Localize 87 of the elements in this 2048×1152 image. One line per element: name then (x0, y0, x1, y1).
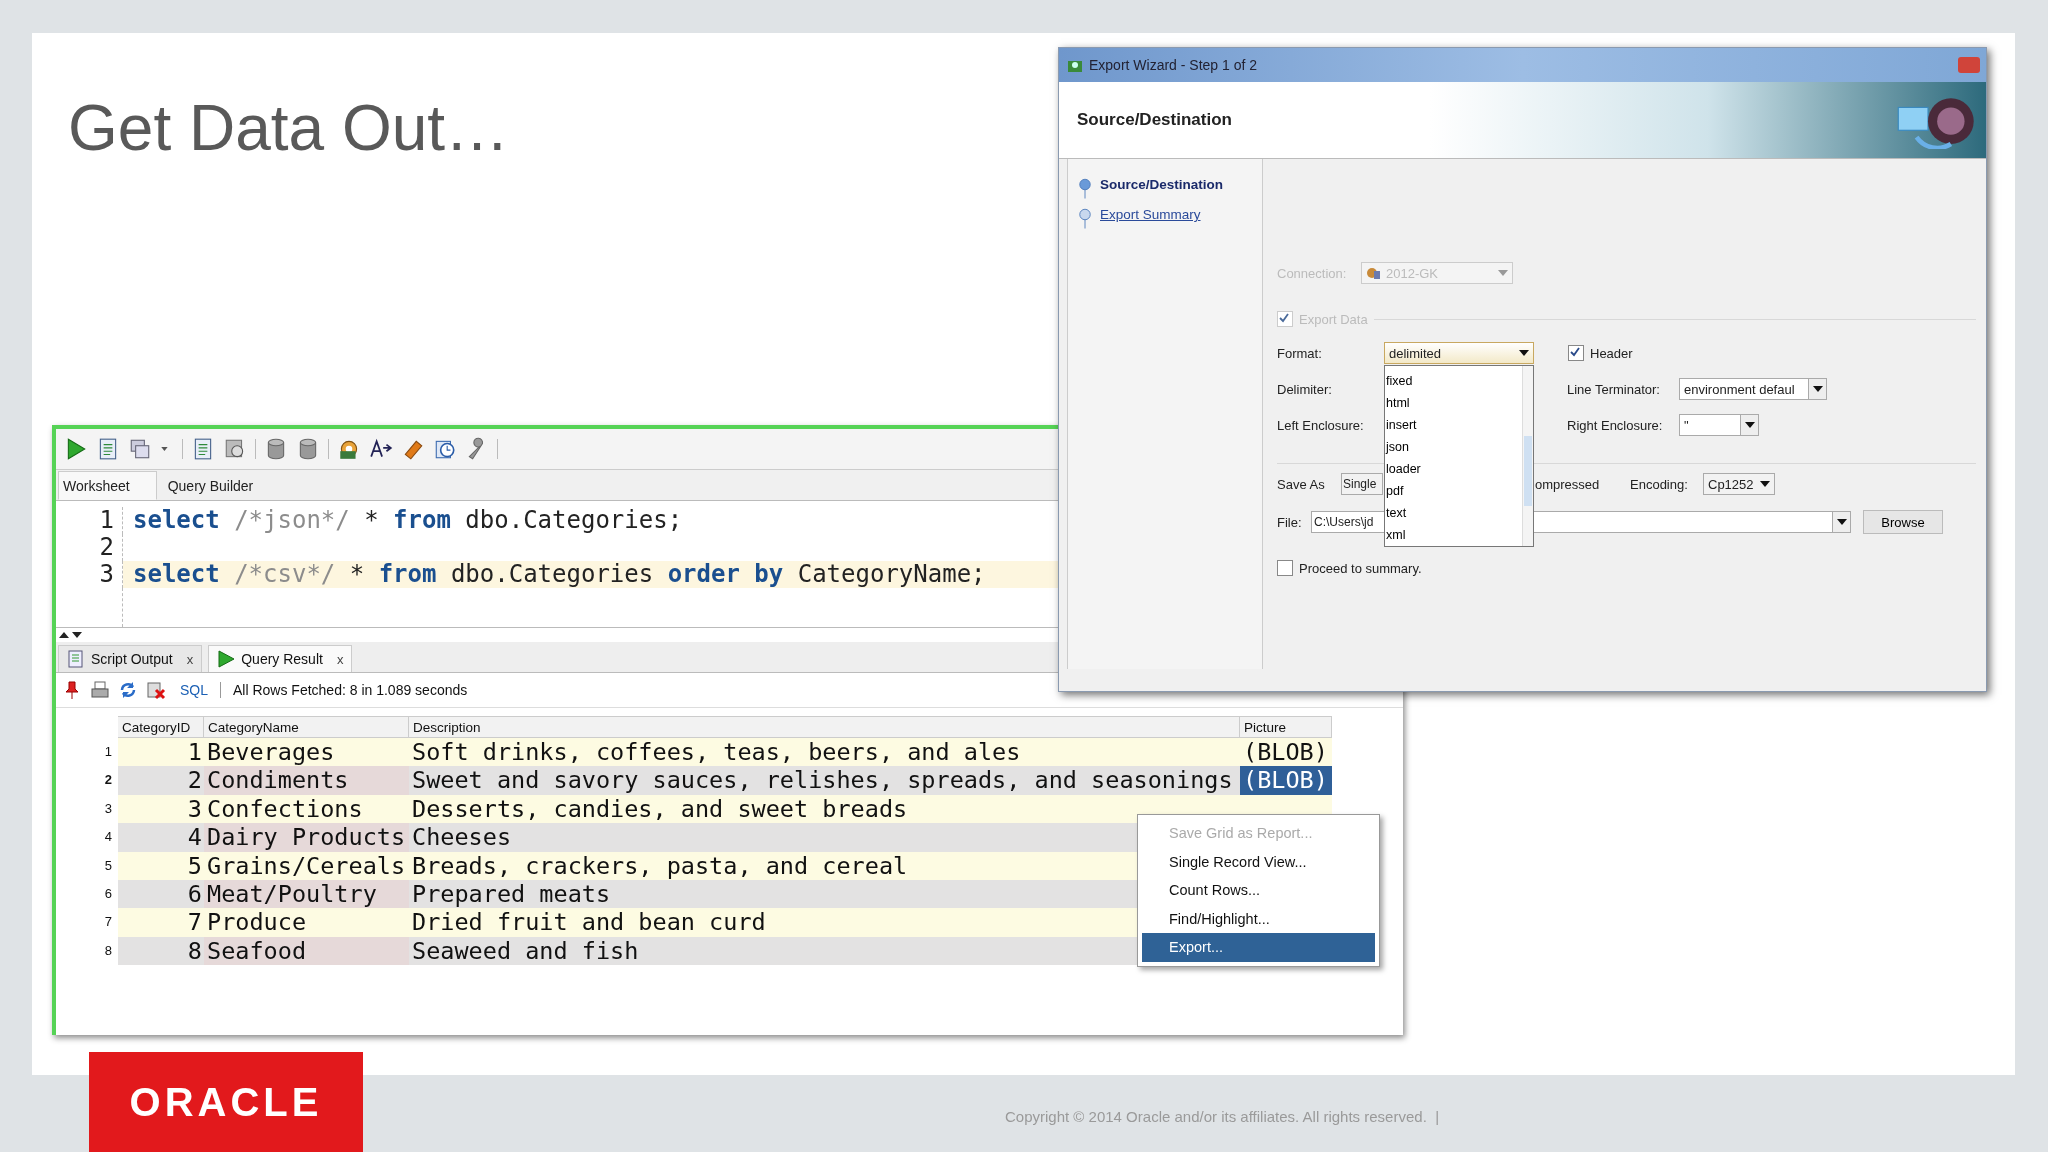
row-number: 7 (103, 913, 113, 932)
table-cell: Condiments (204, 766, 409, 795)
line-terminator-dropdown[interactable]: environment defaul (1679, 378, 1809, 400)
encoding-dropdown[interactable]: Cp1252 (1703, 473, 1775, 495)
line-number: 2 (56, 534, 123, 561)
close-button[interactable]: x (328, 651, 344, 667)
field-label: Delimiter: (1277, 381, 1333, 397)
stack-icon[interactable] (128, 437, 152, 461)
table-cell: Grains/Cereals (204, 851, 409, 880)
worksheet-tab[interactable]: Worksheet (58, 471, 157, 500)
checkbox-label: Header (1590, 345, 1633, 361)
menu-item[interactable]: Export... (1142, 933, 1375, 962)
table-cell: 6 (118, 879, 204, 909)
code-line: select /*csv*/ * from dbo.Categories order by CategoryName; (133, 560, 986, 588)
document-icon (67, 650, 85, 668)
dropdown-button[interactable] (1809, 378, 1827, 400)
format-dropdown[interactable]: delimited (1384, 342, 1534, 364)
field-label: Format: (1277, 345, 1323, 361)
field-label: File: (1277, 514, 1303, 530)
table-cell: (BLOB) (1240, 766, 1332, 795)
wizard-heading: Source/Destination (1077, 110, 1232, 130)
tab-label: Script Output (91, 651, 173, 667)
refresh-icon[interactable] (118, 680, 138, 700)
output-tab[interactable]: Script Output x (58, 645, 203, 672)
row-number: 4 (103, 828, 113, 847)
checkbox-label: Proceed to summary. (1299, 560, 1422, 576)
field-label: Save As (1277, 476, 1326, 492)
field-label: Left Enclosure: (1277, 417, 1365, 433)
table-cell: 3 (118, 794, 204, 824)
browse-button[interactable]: Browse (1863, 510, 1943, 534)
right-enclosure-field[interactable]: " (1679, 414, 1741, 436)
table-cell: 8 (118, 936, 204, 966)
table-cell: Confections (204, 794, 409, 824)
field-label: Line Terminator: (1567, 381, 1661, 397)
tab-label: Query Result (241, 651, 323, 667)
delete-icon[interactable] (146, 680, 166, 700)
scrollbar[interactable] (1522, 366, 1533, 546)
row-number: 1 (103, 743, 113, 761)
window-title: Export Wizard - Step 1 of 2 (1089, 57, 1258, 73)
table-cell: Soft drinks, coffees, teas, beers, and ales (409, 738, 1240, 767)
step-icon (1078, 177, 1092, 199)
printer-icon[interactable] (90, 680, 110, 700)
status-text: All Rows Fetched: 8 in 1.089 seconds (233, 682, 468, 698)
column-header[interactable]: Description (409, 716, 1240, 738)
table-cell: Seafood (204, 936, 409, 966)
table-cell: 7 (118, 908, 204, 937)
table-cell: 2 (118, 766, 204, 795)
row-number: 8 (103, 941, 113, 960)
field-label: Right Enclosure: (1567, 417, 1664, 433)
play-icon (217, 650, 236, 668)
table-cell: 1 (118, 738, 204, 767)
dropdown-button[interactable] (1833, 511, 1851, 533)
step-link[interactable]: Source/Destination (1100, 177, 1224, 192)
step-link[interactable]: Export Summary (1100, 207, 1201, 222)
field-label: Encoding: (1630, 476, 1689, 492)
split-arrows-icon[interactable] (58, 630, 84, 640)
sql-link[interactable]: SQL (174, 682, 208, 698)
table-cell: Sweet and savory sauces, relishes, spreads, and seasonings (409, 766, 1240, 795)
table-cell: Produce (204, 908, 409, 937)
database-icon (1366, 265, 1382, 281)
column-header[interactable]: CategoryID (118, 716, 204, 738)
table-cell: (BLOB) (1240, 738, 1332, 767)
table-cell: 4 (118, 823, 204, 852)
save-as-dropdown[interactable]: Single (1341, 473, 1383, 495)
dropdown-button[interactable] (1741, 414, 1759, 436)
close-button[interactable]: x (178, 651, 194, 667)
logo: ORACLE (89, 1052, 363, 1152)
checkbox[interactable] (1568, 345, 1584, 361)
worksheet-tab[interactable]: Query Builder (162, 471, 281, 500)
line-number: 1 (56, 507, 123, 534)
column-header[interactable]: CategoryName (204, 716, 409, 738)
table-cell: 5 (118, 851, 204, 880)
code-line: select /*json*/ * from dbo.Categories; (133, 506, 683, 534)
table-cell: Meat/Poultry (204, 879, 409, 909)
row-number: 2 (103, 771, 113, 790)
output-tab[interactable]: Query Result x (208, 645, 353, 672)
table-cell: Dairy Products (204, 823, 409, 852)
table-cell: Beverages (204, 738, 409, 767)
checkbox[interactable] (1277, 560, 1293, 576)
slide-title: Get Data Out… (68, 91, 510, 165)
column-header[interactable]: Picture (1240, 716, 1332, 738)
row-number: 3 (103, 799, 113, 818)
checkbox-label: ompressed (1535, 476, 1601, 492)
copyright-text: Copyright © 2014 Oracle and/or its affiliates. All rights reserved. | (1005, 1108, 1440, 1125)
step-icon (1078, 207, 1092, 229)
row-number: 5 (103, 856, 113, 875)
row-number: 6 (103, 884, 113, 903)
